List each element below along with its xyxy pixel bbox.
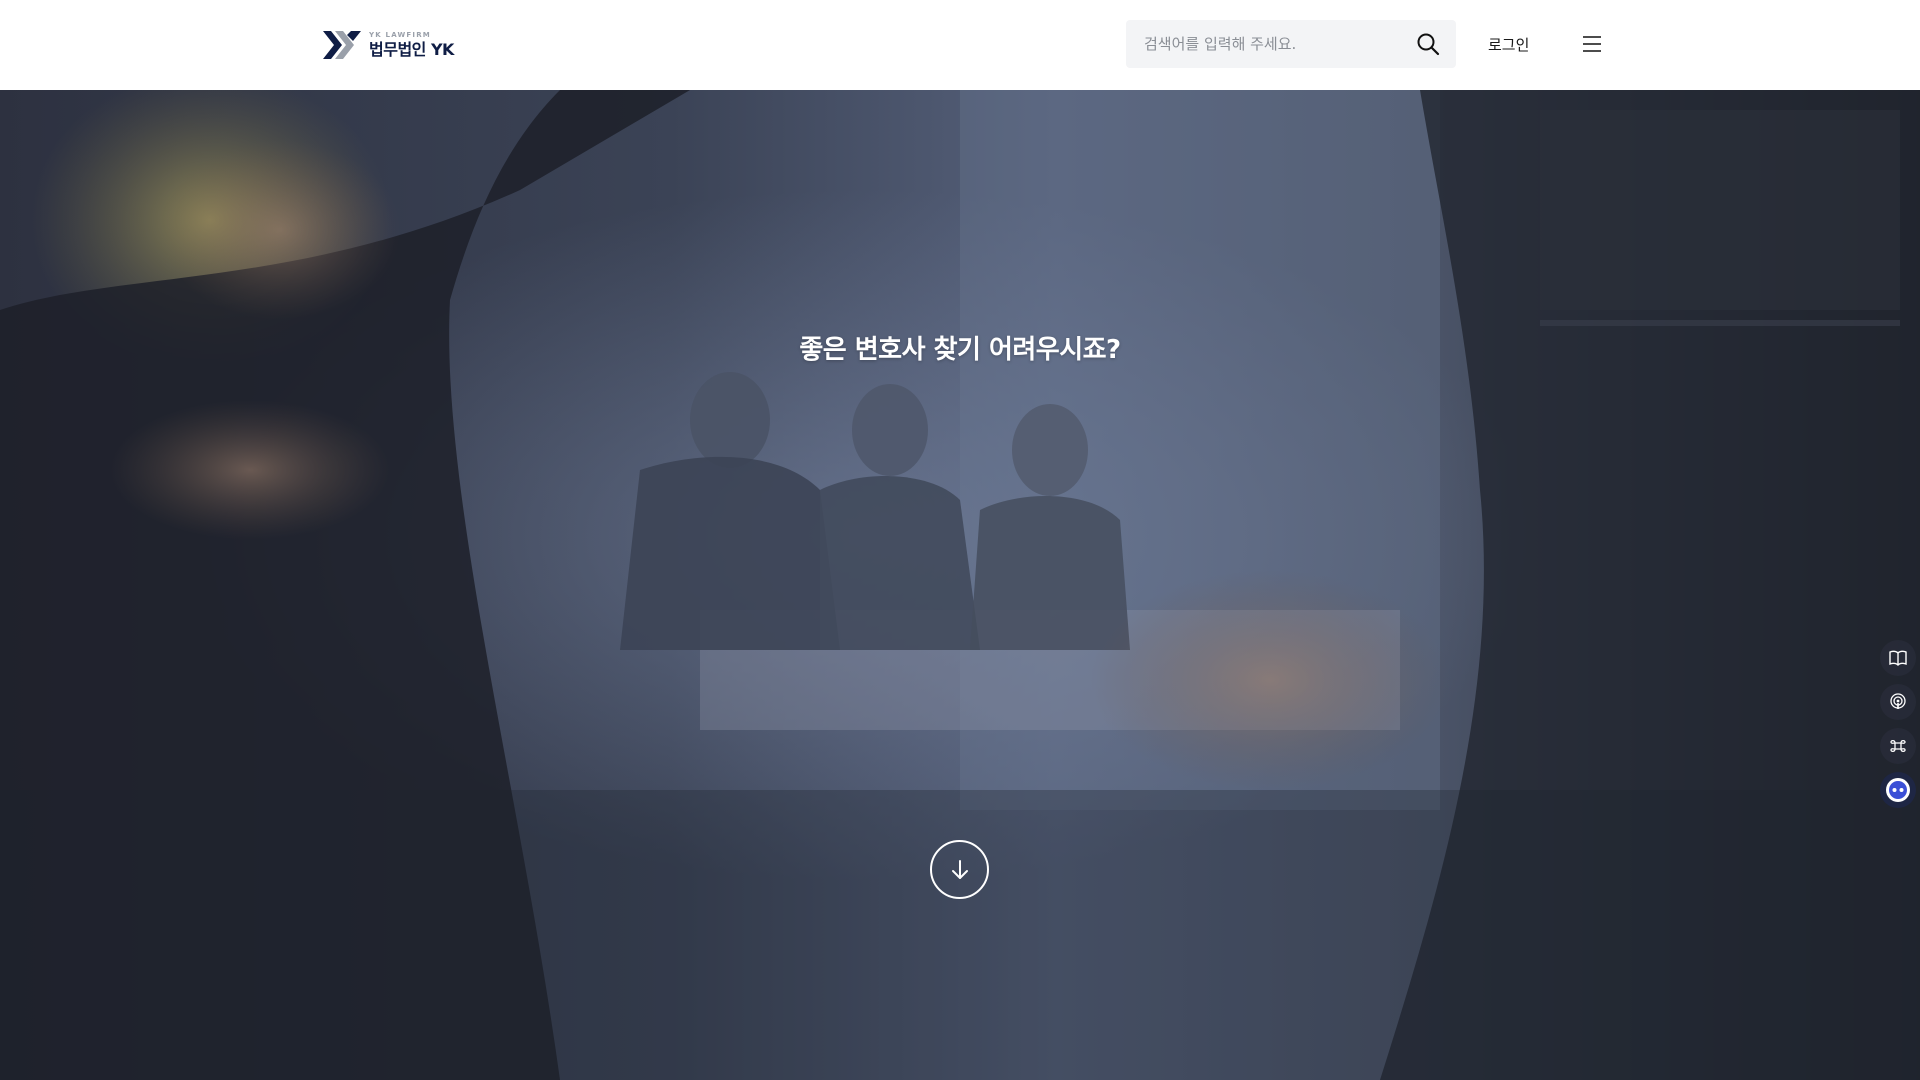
site-header: YK LAWFIRM 법무법인 YK 로그인 (0, 0, 1920, 90)
hero-background-image (0, 90, 1920, 1080)
logo-mark-icon (323, 31, 361, 59)
book-button[interactable] (1880, 640, 1916, 676)
book-icon (1889, 650, 1907, 666)
logo[interactable]: YK LAWFIRM 법무법인 YK (323, 30, 454, 60)
login-link[interactable]: 로그인 (1488, 34, 1529, 55)
command-button[interactable] (1880, 728, 1916, 764)
logo-text: YK LAWFIRM 법무법인 YK (369, 32, 454, 58)
logo-main-text: 법무법인 YK (369, 40, 454, 59)
podcast-icon (1890, 693, 1906, 709)
scroll-down-button[interactable] (930, 840, 989, 899)
podcast-button[interactable] (1880, 684, 1916, 720)
hero-title: 좋은 변호사 찾기 어려우시죠? (799, 335, 1121, 366)
command-icon (1890, 739, 1906, 753)
chatbot-button[interactable] (1880, 772, 1916, 808)
search-input[interactable] (1144, 20, 1414, 68)
chatbot-icon (1886, 778, 1910, 802)
quick-menu (1880, 640, 1920, 808)
search-box (1126, 20, 1456, 68)
arrow-down-icon (951, 859, 968, 879)
search-icon[interactable] (1416, 32, 1440, 56)
logo-small-text: YK LAWFIRM (369, 31, 431, 39)
hero-section: 좋은 변호사 찾기 어려우시죠? (0, 90, 1920, 1080)
hamburger-menu-icon[interactable] (1582, 35, 1602, 53)
